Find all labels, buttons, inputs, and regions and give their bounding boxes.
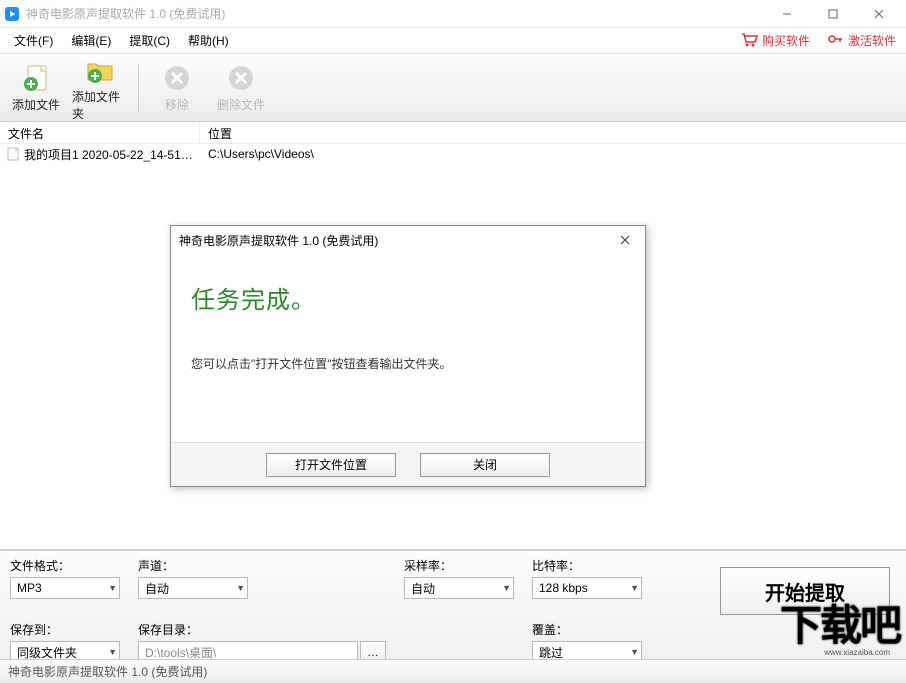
modal-overlay: 神奇电影原声提取软件 1.0 (免费试用) 任务完成。 您可以点击"打开文件位置… (0, 0, 906, 683)
completion-dialog: 神奇电影原声提取软件 1.0 (免费试用) 任务完成。 您可以点击"打开文件位置… (170, 225, 646, 487)
dialog-close-button[interactable] (613, 230, 637, 250)
dialog-title: 神奇电影原声提取软件 1.0 (免费试用) (179, 232, 378, 249)
dialog-message: 您可以点击"打开文件位置"按钮查看输出文件夹。 (191, 355, 625, 372)
dialog-close-button-2[interactable]: 关闭 (420, 453, 550, 477)
dialog-titlebar: 神奇电影原声提取软件 1.0 (免费试用) (171, 226, 645, 254)
close-icon (620, 235, 630, 245)
dialog-heading: 任务完成。 (191, 280, 625, 315)
open-location-button[interactable]: 打开文件位置 (266, 453, 396, 477)
dialog-buttons: 打开文件位置 关闭 (171, 442, 645, 486)
